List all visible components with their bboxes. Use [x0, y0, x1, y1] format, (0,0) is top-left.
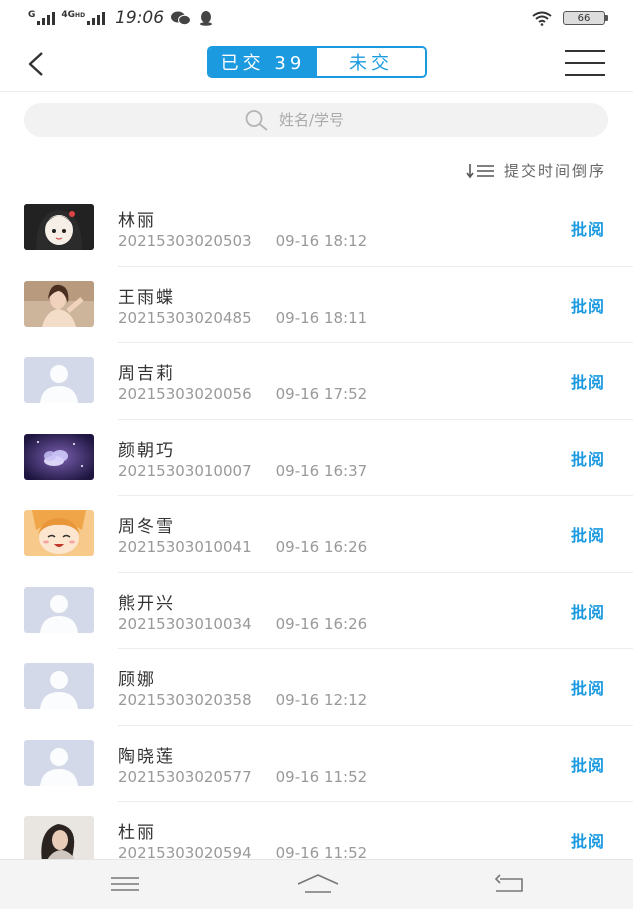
qq-icon — [200, 11, 213, 26]
status-left: G 4GHD 19:06 — [28, 8, 214, 28]
student-list: 林丽 20215303020503 09-16 18:12 批阅 王雨蝶 2021… — [0, 190, 633, 879]
student-id: 20215303020485 — [118, 308, 252, 327]
status-time: 19:06 — [115, 8, 165, 28]
student-meta: 20215303020503 09-16 18:12 — [118, 232, 367, 250]
system-nav-bar — [0, 859, 633, 909]
submit-time: 09-16 16:26 — [275, 614, 368, 633]
student-name: 林丽 — [118, 211, 156, 231]
status-right: 66 — [531, 10, 608, 26]
student-meta: 20215303020056 09-16 17:52 — [118, 385, 367, 403]
search-bar[interactable] — [24, 103, 608, 137]
back-arrow-icon[interactable] — [22, 48, 54, 80]
submit-time: 09-16 12:12 — [275, 691, 368, 709]
student-meta: 20215303010007 09-16 16:37 — [118, 462, 367, 480]
home-icon[interactable] — [296, 872, 340, 896]
student-name: 熊开兴 — [118, 593, 175, 614]
student-meta: 20215303010034 09-16 16:26 — [118, 615, 367, 633]
list-item[interactable]: 熊开兴 20215303010034 09-16 16:26 批阅 — [0, 573, 633, 649]
submit-time: 09-16 16:26 — [275, 538, 368, 556]
submit-time: 09-16 11:52 — [275, 767, 368, 786]
default-avatar — [24, 357, 94, 403]
review-button[interactable]: 批阅 — [571, 828, 605, 852]
photo-avatar — [24, 816, 94, 862]
review-button[interactable]: 批阅 — [571, 446, 605, 470]
tab-submitted[interactable]: 已交 39 — [209, 48, 317, 76]
signal-icon-sim2: 4GHD — [61, 10, 106, 25]
review-button[interactable]: 批阅 — [571, 599, 605, 623]
list-item[interactable]: 周冬雪 20215303010041 09-16 16:26 批阅 — [0, 496, 633, 573]
list-item[interactable]: 王雨蝶 20215303020485 09-16 18:11 批阅 — [0, 267, 633, 343]
student-id: 20215303010041 — [118, 538, 252, 556]
wifi-icon — [532, 11, 552, 26]
tab-unsubmitted[interactable]: 未交 — [317, 48, 425, 76]
student-meta: 20215303020577 09-16 11:52 — [118, 768, 367, 786]
cartoon-girl-avatar — [24, 204, 94, 250]
default-avatar — [24, 586, 94, 633]
submit-time: 09-16 16:37 — [275, 461, 368, 480]
signal-icon-sim1: G — [28, 10, 56, 25]
student-name: 杜丽 — [118, 823, 156, 843]
photo-avatar — [24, 280, 94, 327]
review-button[interactable]: 批阅 — [571, 216, 605, 240]
back-icon[interactable] — [492, 872, 526, 896]
submit-time: 09-16 18:11 — [275, 308, 368, 327]
list-item[interactable]: 顾娜 20215303020358 09-16 12:12 批阅 — [0, 649, 633, 726]
submit-time: 09-16 18:12 — [275, 232, 368, 250]
battery-icon: 66 — [563, 11, 608, 25]
default-avatar — [24, 663, 94, 709]
network-4g-label: 4GHD — [61, 10, 86, 20]
review-button[interactable]: 批阅 — [571, 752, 605, 776]
student-name: 王雨蝶 — [118, 287, 175, 308]
nav-bar: 已交 39 未交 — [0, 36, 633, 92]
sort-label: 提交时间倒序 — [503, 162, 606, 180]
search-icon — [245, 110, 268, 131]
student-id: 20215303020503 — [118, 232, 252, 250]
review-button[interactable]: 批阅 — [571, 293, 605, 317]
student-id: 20215303020577 — [118, 767, 252, 786]
submission-tab-switch: 已交 39 未交 — [207, 46, 427, 78]
menu-icon[interactable] — [108, 872, 142, 896]
sort-control[interactable]: 提交时间倒序 — [466, 160, 606, 181]
anime-avatar — [24, 510, 94, 556]
student-id: 20215303010007 — [118, 461, 252, 480]
flower-avatar — [24, 433, 94, 480]
student-name: 周吉莉 — [118, 364, 175, 384]
sort-descending-icon — [466, 163, 494, 178]
student-name: 颜朝巧 — [118, 440, 175, 461]
student-id: 20215303020358 — [118, 691, 252, 709]
list-item[interactable]: 林丽 20215303020503 09-16 18:12 批阅 — [0, 190, 633, 267]
student-name: 顾娜 — [118, 670, 156, 690]
student-name: 周冬雪 — [118, 517, 175, 537]
student-id: 20215303020056 — [118, 385, 252, 403]
student-meta: 20215303020485 09-16 18:11 — [118, 309, 367, 327]
search-input[interactable] — [279, 111, 389, 129]
wechat-icon — [171, 11, 192, 26]
list-item[interactable]: 陶晓莲 20215303020577 09-16 11:52 批阅 — [0, 726, 633, 802]
list-item[interactable]: 颜朝巧 20215303010007 09-16 16:37 批阅 — [0, 420, 633, 496]
status-bar: G 4GHD 19:06 66 — [0, 0, 633, 36]
student-meta: 20215303010041 09-16 16:26 — [118, 538, 367, 556]
review-button[interactable]: 批阅 — [571, 522, 605, 546]
review-button[interactable]: 批阅 — [571, 675, 605, 699]
student-id: 20215303010034 — [118, 614, 252, 633]
menu-icon[interactable] — [565, 50, 605, 76]
submit-time: 09-16 17:52 — [275, 385, 368, 403]
student-name: 陶晓莲 — [118, 746, 175, 767]
default-avatar — [24, 739, 94, 786]
list-item[interactable]: 周吉莉 20215303020056 09-16 17:52 批阅 — [0, 343, 633, 420]
review-button[interactable]: 批阅 — [571, 369, 605, 393]
student-meta: 20215303020358 09-16 12:12 — [118, 691, 367, 709]
network-type-label: G — [28, 10, 36, 20]
